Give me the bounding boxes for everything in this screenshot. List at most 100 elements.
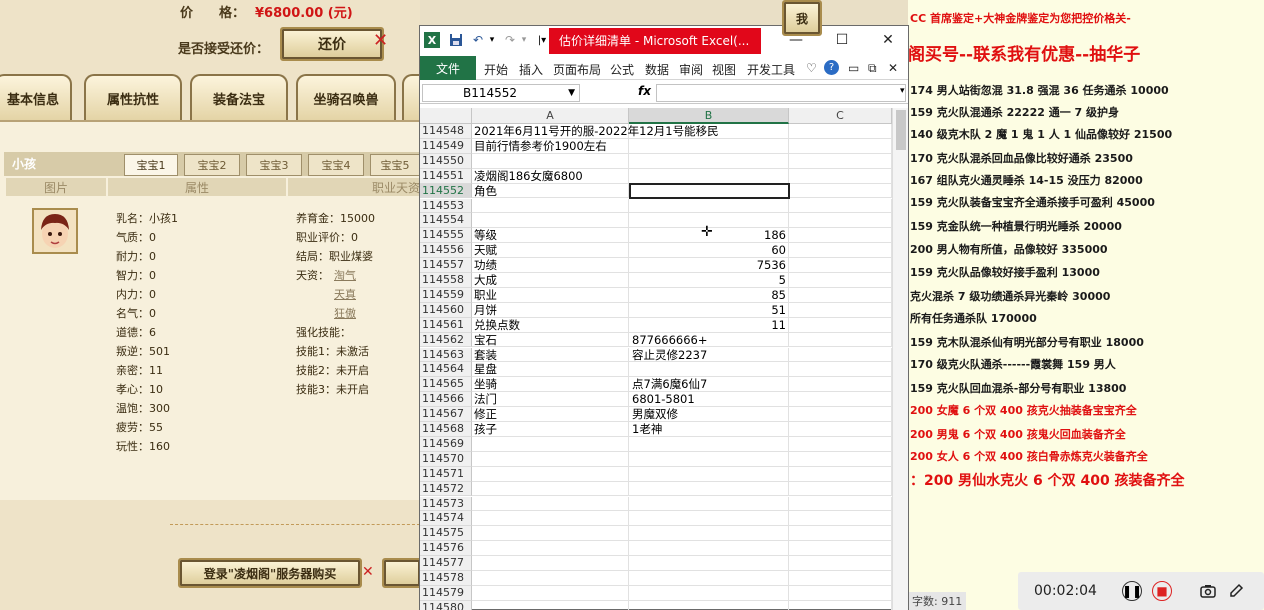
cell-a[interactable] [472,526,629,542]
row-header[interactable]: 114564 [420,362,472,378]
tab-home[interactable]: 开始 [484,61,508,78]
cell-a[interactable]: 凌烟阁186女魔6800 [472,168,629,184]
cell-a[interactable]: 职业 [472,287,629,303]
tab-view[interactable]: 视图 [712,61,736,78]
cell-b[interactable] [629,466,789,482]
cell-a[interactable]: 法门 [472,392,629,408]
close-icon[interactable]: ✕ [373,30,388,51]
tab-file[interactable]: 文件 [420,56,476,80]
baby-tab-5[interactable]: 宝宝5 [370,154,420,176]
cell-a[interactable]: 星盘 [472,362,629,378]
chevron-down-icon[interactable]: ▾ [484,32,500,48]
tab-mount-summon[interactable]: 坐骑召唤兽 [296,74,396,120]
cell-a[interactable]: 2021年6月11号开的服-2022年12月1号能移民 [472,124,719,139]
talent-link[interactable]: 淘气 [334,267,356,283]
talent-link[interactable]: 天真 [334,286,356,302]
cell-c[interactable] [789,422,892,437]
cell-c[interactable] [789,481,892,497]
cell-a[interactable] [472,496,629,512]
cell-c[interactable] [789,466,892,482]
cell-a[interactable]: 功绩 [472,258,629,273]
tab-attribute-resist[interactable]: 属性抗性 [84,74,182,120]
row-header[interactable]: 114561 [420,317,472,333]
cell-a[interactable]: 宝石 [472,332,629,348]
cell-a[interactable] [472,571,629,586]
row-header[interactable]: 114580 [420,600,472,610]
cell-a[interactable]: 等级 [472,228,629,244]
cell-b[interactable]: 容止灵修2237 [629,347,789,363]
save-icon[interactable] [448,32,464,48]
cell-c[interactable] [789,332,892,348]
cell-a[interactable]: 孩子 [472,422,629,437]
close-icon[interactable]: ✕ [362,564,374,580]
cell-c[interactable] [789,556,892,571]
cell-a[interactable] [472,198,629,214]
row-header[interactable]: 114562 [420,332,472,348]
cell-a[interactable] [472,541,629,557]
row-header[interactable]: 114568 [420,422,472,437]
cell-b[interactable]: 85 [629,287,789,303]
cell-c[interactable] [789,287,892,303]
formula-input[interactable] [656,84,906,102]
ribbon-collapse-icon[interactable]: ♡ [806,61,817,75]
cell-a[interactable] [472,213,629,229]
cell-b[interactable]: 1老神 [629,422,789,437]
cell-c[interactable] [789,407,892,422]
cell-c[interactable] [789,362,892,378]
cell-b[interactable] [629,451,789,467]
tab-review[interactable]: 审阅 [679,61,703,78]
chevron-down-icon[interactable]: ▼ [568,85,575,101]
cell-a[interactable]: 角色 [472,183,629,199]
cell-b[interactable] [629,481,789,497]
row-header[interactable]: 114555 [420,228,472,244]
select-all-corner[interactable] [420,108,472,124]
row-header[interactable]: 114575 [420,526,472,542]
cell-c[interactable] [789,347,892,363]
tab-data[interactable]: 数据 [645,61,669,78]
customize-qat-icon[interactable]: |▾ [534,32,550,48]
cell-c[interactable] [789,585,892,601]
cell-b[interactable]: 6801-5801 [629,392,789,408]
cell-b[interactable]: 男魔双修 [629,407,789,422]
cell-a[interactable]: 兑换点数 [472,317,629,333]
baby-tab-1[interactable]: 宝宝1 [124,154,178,176]
row-header[interactable]: 114559 [420,287,472,303]
cell-c[interactable] [789,168,892,184]
row-header[interactable]: 114567 [420,407,472,422]
maximize-icon[interactable]: ☐ [832,30,852,50]
row-header[interactable]: 114566 [420,392,472,408]
pen-icon[interactable] [1226,581,1246,601]
cell-c[interactable] [789,600,892,610]
cell-a[interactable]: 套装 [472,347,629,363]
cell-b[interactable] [629,496,789,512]
cell-b[interactable] [629,198,789,214]
cell-c[interactable] [789,392,892,408]
cell-b[interactable]: 7536 [629,258,789,273]
row-header[interactable]: 114572 [420,481,472,497]
cell-a[interactable] [472,585,629,601]
cell-a[interactable] [472,481,629,497]
baby-tab-3[interactable]: 宝宝3 [246,154,302,176]
cell-b[interactable] [629,168,789,184]
cell-b[interactable]: 60 [629,243,789,259]
cell-b[interactable]: 11 [629,317,789,333]
cell-a[interactable] [472,511,629,527]
cell-a[interactable]: 天赋 [472,243,629,259]
cell-b[interactable] [629,541,789,557]
row-header[interactable]: 114565 [420,377,472,393]
row-header[interactable]: 114560 [420,302,472,318]
cell-c[interactable] [789,541,892,557]
cell-b[interactable]: 877666666+ [629,332,789,348]
column-header-c[interactable]: C [789,108,892,124]
cell-a[interactable] [472,556,629,571]
cell-c[interactable] [789,228,892,244]
row-header[interactable]: 114570 [420,451,472,467]
cell-c[interactable] [789,526,892,542]
row-header[interactable]: 114554 [420,213,472,229]
spreadsheet-grid[interactable]: A B C 114548 2021年6月11号开的服-2022年12月1号能移民 1… [420,108,908,610]
cell-b[interactable]: 5 [629,273,789,288]
cell-c[interactable] [789,153,892,169]
bottom-extra-button[interactable] [382,558,422,588]
row-header[interactable]: 114556 [420,243,472,259]
cell-a[interactable] [472,436,629,452]
